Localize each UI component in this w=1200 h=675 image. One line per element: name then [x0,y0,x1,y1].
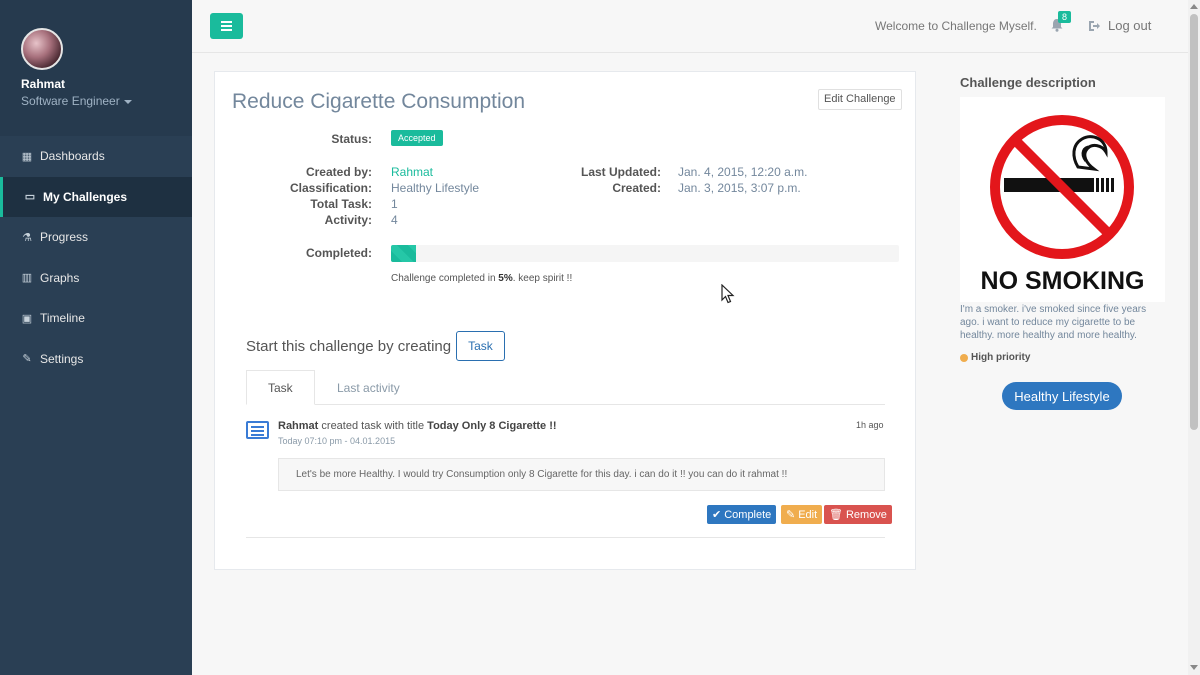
mouse-cursor-icon [721,284,735,304]
page-scrollbar[interactable] [1188,0,1200,675]
total-task-label: Total Task: [310,197,372,211]
start-challenge-text: Start this challenge by creating [246,337,452,355]
notification-badge: 8 [1058,11,1072,23]
topbar: Welcome to Challenge Myself. 8 Log out [192,0,1188,53]
edit-task-button[interactable]: ✎ Edit [781,505,823,524]
caret-down-icon [123,99,132,104]
complete-button[interactable]: ✔ Complete [707,505,777,524]
divider [246,537,885,538]
progress-fill [391,245,417,262]
sidebar-item-label: Progress [40,230,89,245]
edit-challenge-button[interactable]: Edit Challenge [818,89,902,110]
created-value: Jan. 3, 2015, 3:07 p.m. [678,181,801,195]
total-task-value: 1 [391,197,398,211]
sidebar: Rahmat Software Engineer ▦ Dashboards ▭ My… [0,0,192,675]
activity-label: Activity: [324,213,372,227]
sign-out-icon [1089,20,1100,31]
logout-link[interactable]: Log out [1088,18,1151,33]
completed-label: Completed: [306,246,372,260]
classification-value: Healthy Lifestyle [391,181,480,195]
sidebar-item-settings[interactable]: ✎ Settings [0,339,192,380]
sidebar-item-timeline[interactable]: ▣ Timeline [0,298,192,339]
activity-value: 4 [391,213,398,227]
classification-label: Classification: [289,181,372,195]
grid-icon: ▦ [21,150,33,163]
user-role-label: Software Engineer [21,94,120,108]
status-label: Status: [331,132,372,146]
sidebar-item-dashboards[interactable]: ▦ Dashboards [0,136,192,177]
sidebar-item-label: Timeline [40,311,85,326]
created-by-link[interactable]: Rahmat [391,165,433,179]
progress-bar [391,245,899,262]
avatar[interactable] [21,28,63,70]
desktop-icon: ▭ [24,191,36,204]
progress-note: Challenge completed in 5%. keep spirit !… [391,273,573,284]
status-badge: Accepted [391,130,443,146]
sidebar-item-label: My Challenges [43,189,128,204]
sidebar-item-graphs[interactable]: ▥ Graphs [0,258,192,299]
profile-panel: Rahmat Software Engineer [0,0,192,136]
sidebar-item-label: Dashboards [40,149,105,164]
scroll-thumb[interactable] [1190,14,1198,430]
welcome-text: Welcome to Challenge Myself. [875,19,1037,33]
created-label: Created: [612,181,661,195]
entry-body: Let's be more Healthy. I would try Consu… [278,458,885,491]
pencil-icon: ✎ [786,509,796,521]
list-icon [246,421,269,439]
last-updated-value: Jan. 4, 2015, 12:20 a.m. [678,165,808,179]
scroll-up-arrow-icon[interactable] [1190,4,1198,9]
tabs: Task Last activity [246,370,885,405]
challenge-panel: Reduce Cigarette Consumption Edit Challe… [214,71,916,570]
category-tag[interactable]: Healthy Lifestyle [1002,382,1122,410]
created-by-label: Created by: [305,165,372,179]
user-name: Rahmat [21,77,66,91]
create-task-button[interactable]: Task [456,331,505,361]
sidebar-item-my-challenges[interactable]: ▭ My Challenges [0,176,192,217]
remove-task-button[interactable]: 🗑 Remove [824,505,892,524]
scroll-down-arrow-icon[interactable] [1190,665,1198,670]
priority-dot-icon [960,353,968,362]
logout-label: Log out [1108,18,1152,33]
page-title: Reduce Cigarette Consumption [232,90,525,113]
tab-last-activity[interactable]: Last activity [316,370,421,405]
no-smoking-image: NO SMOKING [960,97,1165,302]
bar-chart-icon: ▥ [21,272,33,285]
sidebar-item-label: Graphs [40,270,80,285]
user-role-dropdown[interactable]: Software Engineer [21,94,192,108]
no-smoking-caption: NO SMOKING [980,267,1145,295]
flask-icon: ⚗ [22,231,32,244]
picture-icon: ▣ [21,312,33,325]
check-icon: ✔ [712,509,722,521]
menu-toggle-button[interactable] [210,13,243,39]
sidebar-menu: ▦ Dashboards ▭ My Challenges ⚗ Progress ▥ Gr… [0,136,192,379]
no-smoking-sign-icon [990,115,1134,259]
wrench-icon: ✎ [22,353,32,366]
description-heading: Challenge description [960,75,1096,90]
entry-date: Today 07:10 pm - 04.01.2015 [278,436,396,446]
priority-label: High priority [971,352,1031,363]
description-text: I'm a smoker. i've smoked since five yea… [960,304,1147,341]
sidebar-item-label: Settings [40,351,84,366]
start-challenge-line: Start this challenge by creating Task [246,331,505,361]
sidebar-item-progress[interactable]: ⚗ Progress [0,217,192,258]
entry-time-ago: 1h ago [856,420,884,430]
priority-indicator: High priority [960,352,1030,363]
last-updated-label: Last Updated: [580,165,661,179]
entry-title: Rahmat created task with title Today Onl… [278,420,557,432]
tab-task[interactable]: Task [246,370,315,405]
trash-icon: 🗑 [829,509,843,521]
